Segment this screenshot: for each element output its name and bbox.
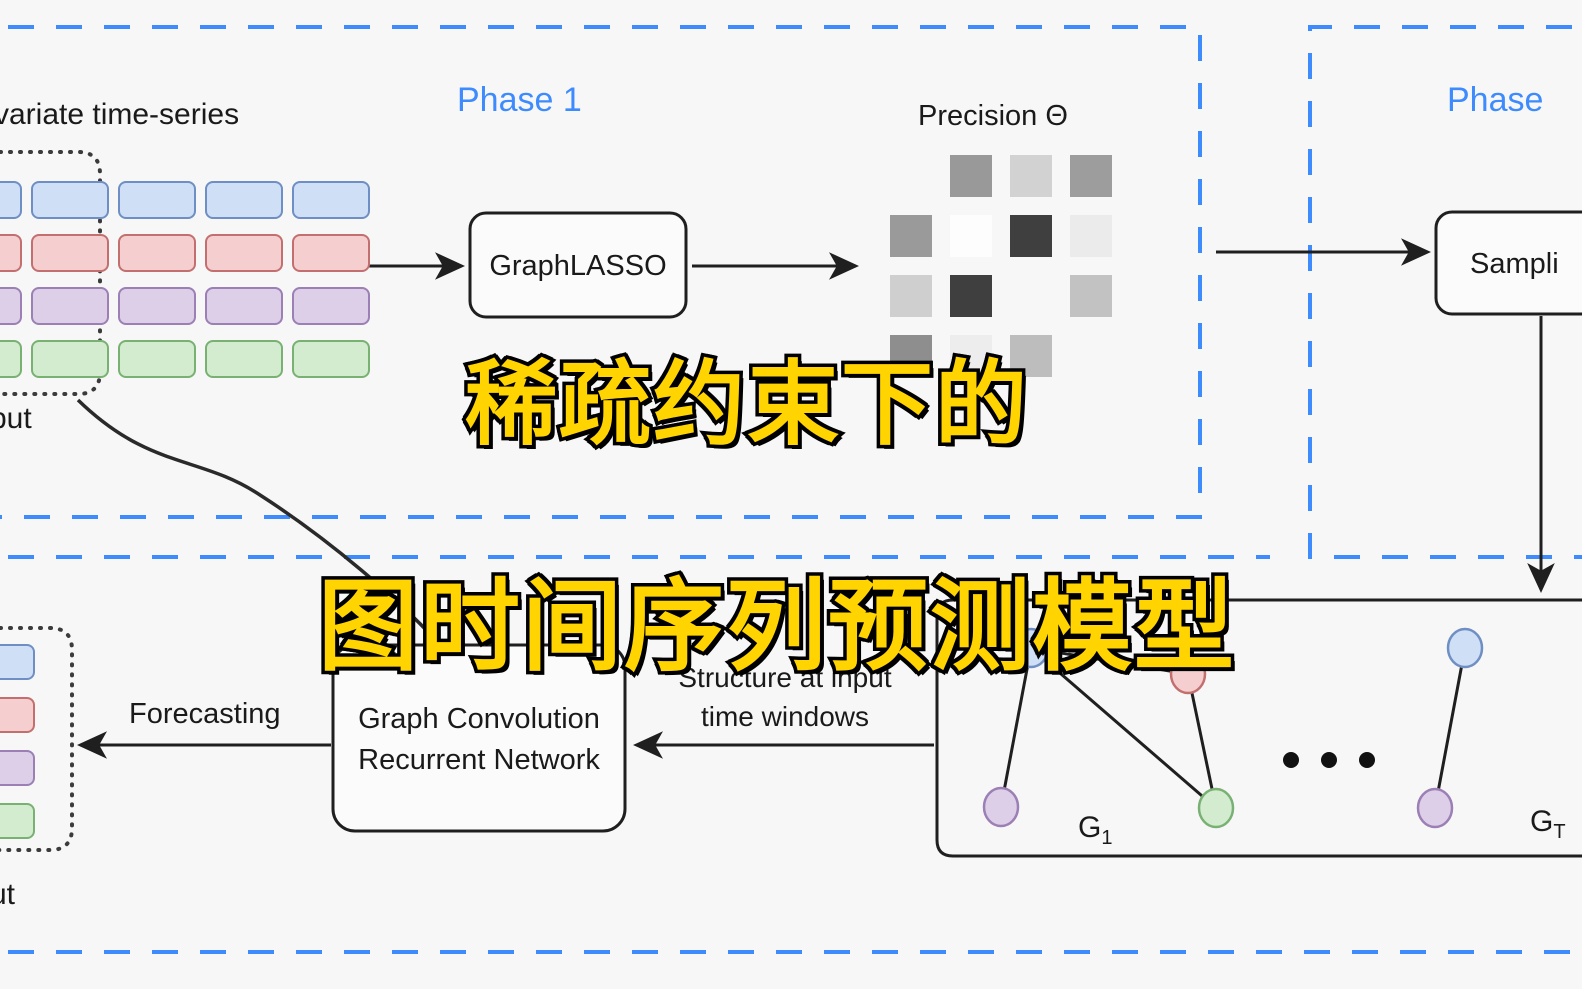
row-green-cell: [118, 340, 196, 378]
node-purple: [982, 786, 1020, 828]
precision-cell: [890, 275, 932, 317]
row-red-cell: [0, 234, 22, 272]
precision-cell: [950, 155, 992, 197]
row-blue-cell: [0, 181, 22, 219]
gcrn-label-line1: Graph Convolution: [358, 703, 600, 735]
caption-line-2: 图时间序列预测模型: [315, 565, 1238, 689]
graph-g1-subscript: 1: [1101, 827, 1113, 849]
diagram-canvas: variate time-series put ut Phase 1 Phase…: [0, 0, 1582, 989]
graph-edge: [1433, 647, 1467, 809]
row-purple-cell: [31, 287, 109, 325]
precision-cell: [890, 215, 932, 257]
node-blue: [1446, 627, 1484, 669]
out-green-cell: [0, 803, 35, 839]
row-green-cell: [205, 340, 283, 378]
graphlasso-label: GraphLASSO: [489, 250, 667, 282]
graph-gt-subscript: T: [1553, 821, 1566, 843]
forecasting-label: Forecasting: [129, 698, 281, 730]
out-red-cell: [0, 697, 35, 733]
out-purple-cell: [0, 750, 35, 786]
graph-gt-letter: G: [1530, 805, 1554, 838]
row-purple-cell: [118, 287, 196, 325]
precision-cell: [1070, 155, 1112, 197]
phase-1-label: Phase 1: [457, 81, 582, 119]
row-blue-cell: [292, 181, 370, 219]
row-red-cell: [31, 234, 109, 272]
graph-gt-label: GT: [1530, 805, 1566, 844]
row-blue-cell: [118, 181, 196, 219]
gcrn-label-line2: Recurrent Network: [358, 744, 600, 776]
row-purple-cell: [205, 287, 283, 325]
structure-label-line2: time windows: [700, 701, 870, 732]
node-purple: [1416, 787, 1454, 829]
row-red-cell: [205, 234, 283, 272]
row-purple-cell: [292, 287, 370, 325]
row-blue-cell: [31, 181, 109, 219]
input-label: put: [0, 402, 32, 435]
sampling-label: Sampli: [1470, 248, 1559, 280]
row-green-cell: [0, 340, 22, 378]
output-series-grid: [0, 644, 35, 839]
output-label: ut: [0, 878, 16, 911]
precision-cell: [1070, 275, 1112, 317]
multivariate-timeseries-label: variate time-series: [0, 98, 240, 131]
row-green-cell: [31, 340, 109, 378]
graph-g1-letter: G: [1078, 811, 1102, 844]
graph-gt: [1416, 627, 1484, 829]
row-green-cell: [292, 340, 370, 378]
out-blue-cell: [0, 644, 35, 680]
precision-cell: [1070, 215, 1112, 257]
precision-cell: [1010, 215, 1052, 257]
caption-line-1: 稀疏约束下的: [461, 348, 1030, 462]
row-purple-cell: [0, 287, 22, 325]
row-red-cell: [118, 234, 196, 272]
node-green: [1197, 787, 1235, 829]
diagram-vector-layer: [0, 25, 1582, 954]
phase-2-label: Phase: [1447, 81, 1544, 119]
precision-cell: [1010, 155, 1052, 197]
row-red-cell: [292, 234, 370, 272]
row-blue-cell: [205, 181, 283, 219]
precision-label: Precision Θ: [918, 100, 1068, 132]
precision-cell: [950, 215, 992, 257]
multivariate-series-grid: [0, 181, 370, 378]
graph-g1-label: G1: [1078, 811, 1112, 850]
ellipsis-dots: [1283, 752, 1375, 768]
precision-cell: [950, 275, 992, 317]
